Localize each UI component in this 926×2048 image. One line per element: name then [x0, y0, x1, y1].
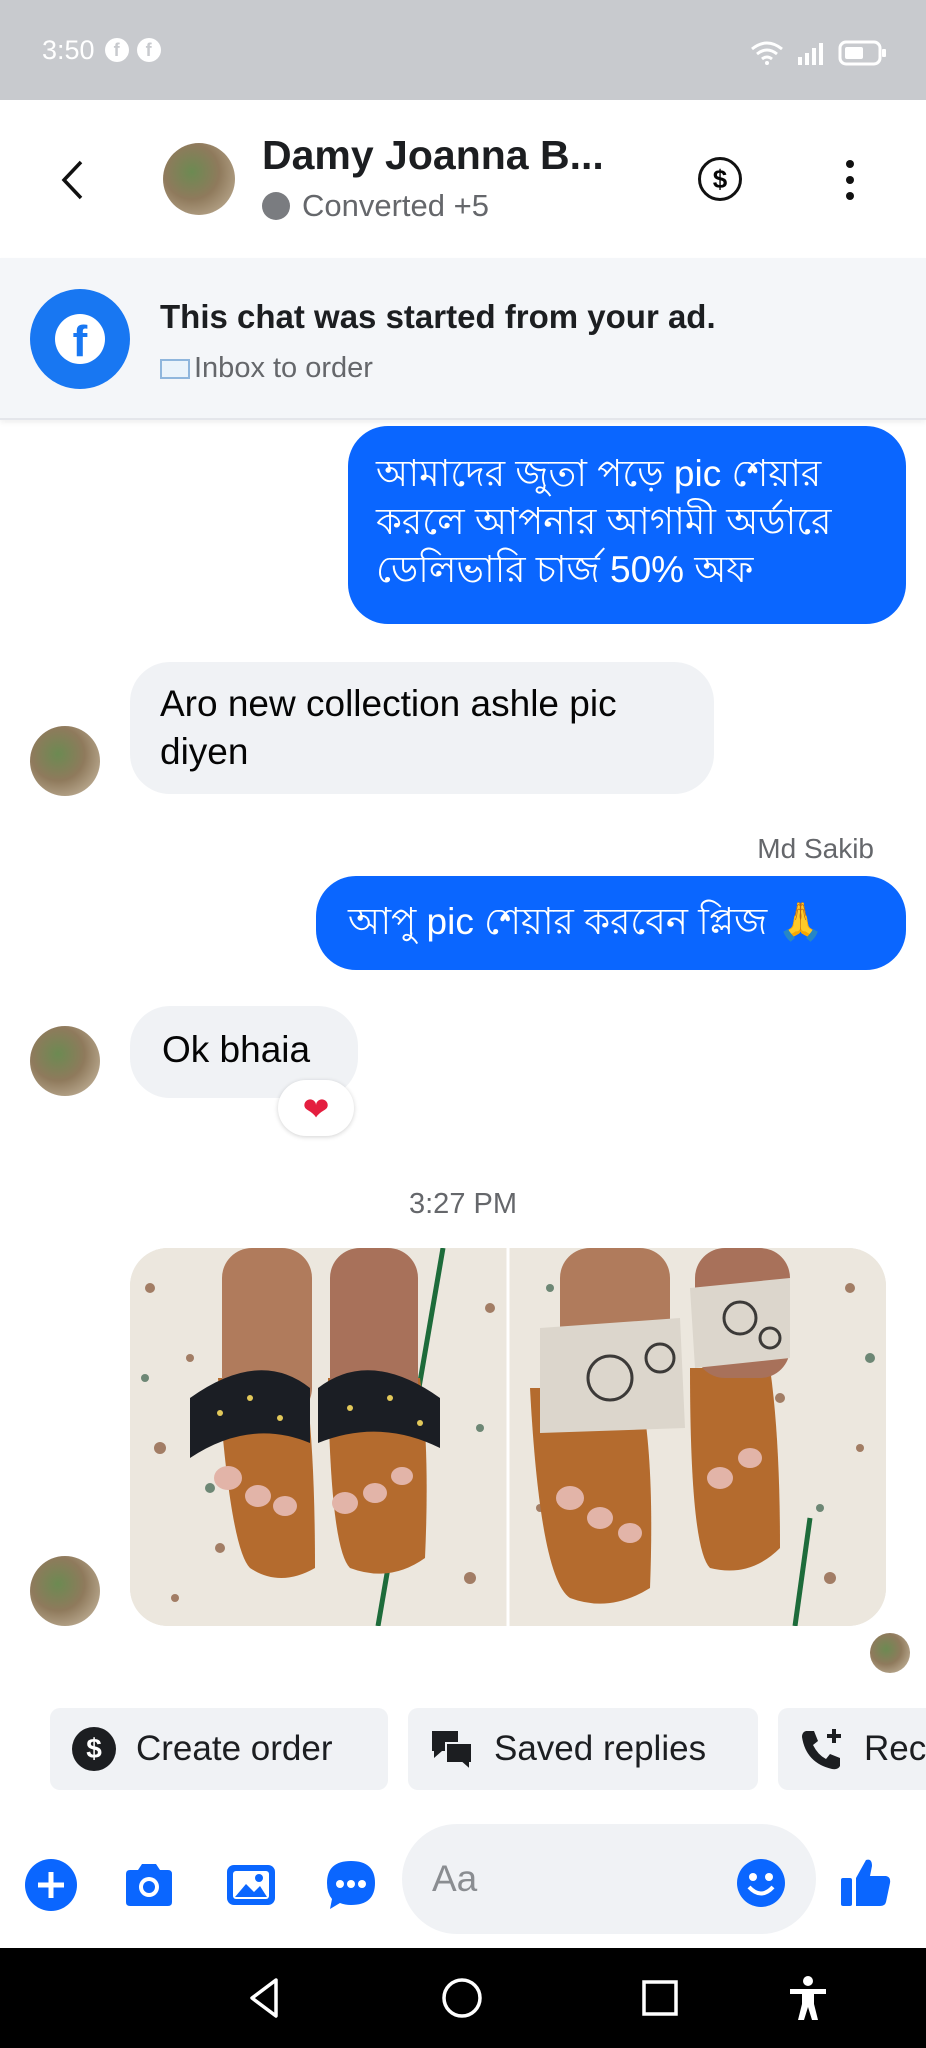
status-dot-icon — [262, 192, 290, 220]
contact-avatar[interactable] — [163, 143, 235, 215]
dollar-icon: $ — [72, 1727, 116, 1771]
gallery-icon[interactable] — [224, 1858, 278, 1912]
contact-status: Converted +5 — [262, 188, 489, 224]
message-timestamp: 3:27 PM — [409, 1188, 517, 1220]
ad-banner-subtitle-text: Inbox to order — [194, 352, 373, 384]
accessibility-icon[interactable] — [784, 1974, 832, 2022]
contact-name[interactable]: Damy Joanna B... — [262, 132, 604, 179]
camera-icon[interactable] — [122, 1858, 176, 1912]
nav-recents-icon[interactable] — [636, 1974, 684, 2022]
saved-replies-label: Saved replies — [494, 1729, 707, 1768]
contact-avatar[interactable] — [30, 726, 100, 796]
status-time: 3:50 — [42, 34, 95, 65]
wifi-icon — [751, 41, 783, 65]
message-text: Aro new collection ashle pic diyen — [160, 683, 617, 772]
seen-receipt-avatar — [870, 1633, 910, 1673]
emoji-icon[interactable] — [736, 1858, 786, 1908]
svg-text:$: $ — [86, 1733, 102, 1764]
facebook-notification-icon: f — [104, 38, 129, 62]
chevron-left-icon — [61, 160, 83, 200]
request-call-label: Rec — [864, 1729, 926, 1768]
quick-actions-bar: $ Create order Saved replies Rec — [0, 1708, 926, 1792]
chat-bubbles-icon — [432, 1731, 473, 1773]
chat-options-icon[interactable] — [324, 1858, 378, 1912]
message-text: আপু pic শেয়ার করবেন প্লিজ 🙏 — [348, 901, 824, 942]
back-button[interactable] — [52, 150, 92, 210]
chat-header: Damy Joanna B... Converted +5 $ — [0, 100, 926, 258]
nav-home-icon[interactable] — [438, 1974, 486, 2022]
create-order-label: Create order — [136, 1729, 333, 1768]
message-text: আমাদের জুতা পড়ে pic শেয়ার করলে আপনার আ… — [376, 453, 832, 590]
incoming-message-bubble[interactable]: Aro new collection ashle pic diyen — [130, 662, 714, 794]
facebook-logo-icon: f — [30, 289, 130, 389]
heart-reaction-icon[interactable]: ❤ — [278, 1080, 354, 1136]
message-text: Ok bhaia — [162, 1029, 311, 1070]
outgoing-message-bubble[interactable]: আপু pic শেয়ার করবেন প্লিজ 🙏 — [316, 876, 906, 970]
sandal-photo-image — [130, 1248, 886, 1626]
system-navigation-bar — [0, 1948, 926, 2048]
facebook-notification-icon: f — [136, 38, 161, 62]
nav-back-icon[interactable] — [242, 1974, 290, 2022]
contact-avatar[interactable] — [30, 1026, 100, 1096]
outgoing-message-bubble[interactable]: আমাদের জুতা পড়ে pic শেয়ার করলে আপনার আ… — [348, 426, 906, 624]
sandal-photo[interactable] — [130, 1248, 886, 1626]
more-options-icon[interactable] — [838, 160, 862, 200]
envelope-icon — [160, 358, 190, 379]
ad-banner-title: This chat was started from your ad. — [160, 298, 716, 335]
ad-banner-subtitle: Inbox to order — [160, 352, 373, 385]
ad-origin-banner: f This chat was started from your ad. In… — [0, 258, 926, 420]
create-order-button[interactable]: $ Create order — [50, 1708, 388, 1790]
thumbs-up-icon[interactable] — [838, 1854, 894, 1910]
sender-label: Md Sakib — [757, 833, 874, 864]
message-composer — [0, 1818, 926, 1948]
dollar-icon[interactable]: $ — [698, 157, 742, 201]
saved-replies-button[interactable]: Saved replies — [408, 1708, 758, 1790]
status-bar: 3:50 f f — [0, 0, 926, 100]
battery-icon — [838, 40, 886, 66]
plus-icon[interactable] — [24, 1858, 78, 1912]
request-call-button[interactable]: Rec — [778, 1708, 926, 1790]
contact-avatar[interactable] — [30, 1556, 100, 1626]
status-icons — [750, 40, 888, 66]
signal-icon — [798, 43, 823, 65]
add-call-icon — [802, 1729, 841, 1770]
contact-status-label: Converted +5 — [302, 188, 489, 223]
